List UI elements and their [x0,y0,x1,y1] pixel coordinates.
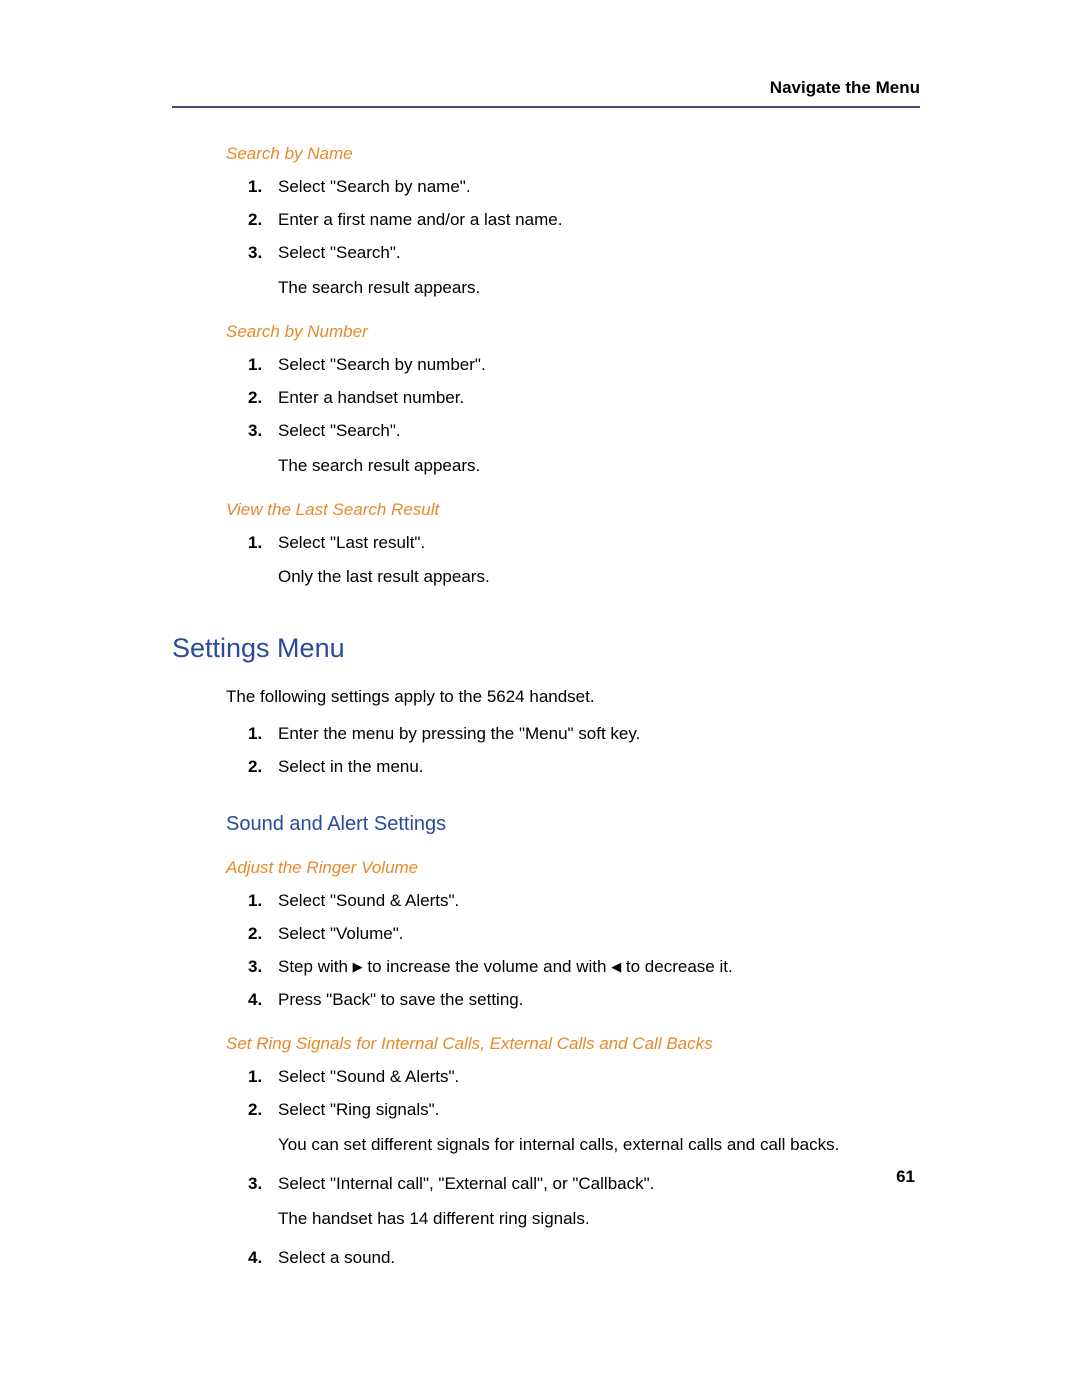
page-number: 61 [896,1167,915,1187]
step-text: Enter the menu by pressing the "Menu" so… [278,723,920,746]
step-text: Enter a handset number. [278,387,920,410]
step-text-part: Step with [278,957,353,976]
step-text: Enter a first name and/or a last name. [278,209,920,232]
list-item: 2.Enter a first name and/or a last name. [248,209,920,232]
subheading-adjust-ringer: Adjust the Ringer Volume [226,858,920,878]
list-ring-signals-b: 3.Select "Internal call", "External call… [226,1173,920,1196]
step-text: Select "Search". [278,420,920,443]
list-item: 3.Select "Search". [248,420,920,443]
step-text: Select "Last result". [278,532,920,555]
heading-sound-alert: Sound and Alert Settings [226,813,920,836]
subheading-search-by-number: Search by Number [226,322,920,342]
header-title: Navigate the Menu [770,78,920,97]
result-text: The search result appears. [278,277,920,300]
list-settings-menu: 1.Enter the menu by pressing the "Menu" … [226,723,920,779]
step-text: Step with ▶ to increase the volume and w… [278,956,920,979]
step-number: 2. [248,209,278,232]
step-text: Select "Search by number". [278,354,920,377]
list-item: 2.Select in the menu. [248,756,920,779]
step-number: 3. [248,420,278,443]
list-item: 3. Step with ▶ to increase the volume an… [248,956,920,979]
list-adjust-ringer: 1.Select "Sound & Alerts". 2.Select "Vol… [226,890,920,1012]
result-text: The search result appears. [278,455,920,478]
page-content: Search by Name 1.Select "Search by name"… [172,144,920,1270]
subheading-ring-signals: Set Ring Signals for Internal Calls, Ext… [226,1034,920,1054]
step-number: 1. [248,890,278,913]
step-text: Select a sound. [278,1247,920,1270]
step-number: 2. [248,387,278,410]
step-text: Select in the menu. [278,756,920,779]
step-text: Select "Sound & Alerts". [278,890,920,913]
subheading-search-by-name: Search by Name [226,144,920,164]
list-search-by-name: 1.Select "Search by name". 2.Enter a fir… [226,176,920,265]
list-item: 1.Select "Last result". [248,532,920,555]
step-number: 4. [248,1247,278,1270]
step-number: 4. [248,989,278,1012]
step-number: 1. [248,532,278,555]
list-item: 1.Select "Search by number". [248,354,920,377]
list-item: 2.Enter a handset number. [248,387,920,410]
list-view-last-result: 1.Select "Last result". [226,532,920,555]
step-number: 1. [248,1066,278,1089]
intro-text: The following settings apply to the 5624… [226,686,920,709]
step-number: 1. [248,354,278,377]
step-number: 2. [248,923,278,946]
list-item: 2.Select "Volume". [248,923,920,946]
step-number: 2. [248,756,278,779]
step-number: 3. [248,1173,278,1196]
step-text: Select "Search". [278,242,920,265]
step-number: 1. [248,723,278,746]
step-number: 3. [248,956,278,979]
step-text: Select "Ring signals". [278,1099,920,1122]
page-header: Navigate the Menu [172,78,920,108]
list-item: 4.Select a sound. [248,1247,920,1270]
step-number: 1. [248,176,278,199]
list-item: 1.Select "Sound & Alerts". [248,890,920,913]
list-search-by-number: 1.Select "Search by number". 2.Enter a h… [226,354,920,443]
list-item: 1.Enter the menu by pressing the "Menu" … [248,723,920,746]
list-item: 4.Press "Back" to save the setting. [248,989,920,1012]
subheading-view-last-result: View the Last Search Result [226,500,920,520]
list-item: 3.Select "Search". [248,242,920,265]
right-arrow-icon: ▶ [353,958,363,976]
list-item: 2.Select "Ring signals". [248,1099,920,1122]
list-item: 1.Select "Sound & Alerts". [248,1066,920,1089]
document-page: Navigate the Menu Search by Name 1.Selec… [0,0,1080,1397]
step-text: Press "Back" to save the setting. [278,989,920,1012]
note-text: You can set different signals for intern… [278,1134,920,1157]
left-arrow-icon: ◀ [611,958,621,976]
list-ring-signals-a: 1.Select "Sound & Alerts". 2.Select "Rin… [226,1066,920,1122]
step-text-part: to increase the volume and with [363,957,612,976]
heading-settings-menu: Settings Menu [172,633,920,664]
note-text: The handset has 14 different ring signal… [278,1208,920,1231]
step-text-part: to decrease it. [621,957,733,976]
step-number: 3. [248,242,278,265]
step-text: Select "Internal call", "External call",… [278,1173,920,1196]
list-ring-signals-c: 4.Select a sound. [226,1247,920,1270]
step-text: Select "Search by name". [278,176,920,199]
step-text: Select "Sound & Alerts". [278,1066,920,1089]
step-text: Select "Volume". [278,923,920,946]
result-text: Only the last result appears. [278,566,920,589]
list-item: 1.Select "Search by name". [248,176,920,199]
step-number: 2. [248,1099,278,1122]
list-item: 3.Select "Internal call", "External call… [248,1173,920,1196]
